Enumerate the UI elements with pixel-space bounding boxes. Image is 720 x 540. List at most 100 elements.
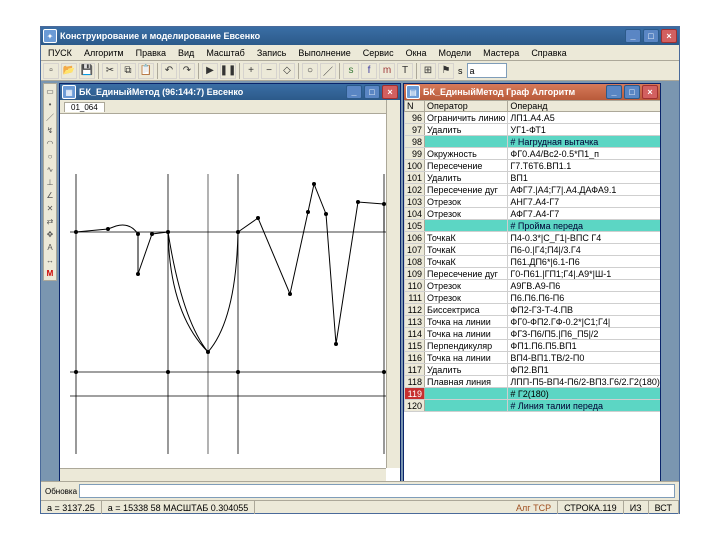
- copy[interactable]: ⧉: [120, 63, 136, 79]
- menu-выполнение[interactable]: Выполнение: [295, 47, 353, 59]
- table-row[interactable]: 107ТочкаКП6-0.|Г4;П4|/3.Г4: [405, 244, 661, 256]
- table-row[interactable]: 114Точка на линииФГЗ-П6/П5.|П6_П5|/2: [405, 328, 661, 340]
- table-row[interactable]: 110ОтрезокА9ГВ.А9-П6: [405, 280, 661, 292]
- undo[interactable]: ↶: [161, 63, 177, 79]
- table-row[interactable]: 100ПересечениеГ7.Т6Т6.ВП1.1: [405, 160, 661, 172]
- status-mod: ИЗ: [624, 501, 649, 514]
- table-row[interactable]: 98# Нагрудная вытачка: [405, 136, 661, 148]
- menu-сервис[interactable]: Сервис: [360, 47, 397, 59]
- menu-пуск[interactable]: ПУСК: [45, 47, 75, 59]
- drawing-minimize-button[interactable]: _: [346, 85, 362, 99]
- row-operator: [425, 136, 508, 148]
- table-row[interactable]: 115ПерпендикулярФП1.П6.П5.ВП1: [405, 340, 661, 352]
- table-row[interactable]: 101УдалитьВП1: [405, 172, 661, 184]
- maximize-button[interactable]: □: [643, 29, 659, 43]
- zoom-in[interactable]: +: [243, 63, 259, 79]
- command-input[interactable]: [79, 484, 675, 498]
- row-operand: # Г2(180): [508, 388, 660, 400]
- table-row[interactable]: 113Точка на линииФГ0-ФП2.ГФ-0.2*|C1;Г4|: [405, 316, 661, 328]
- mirror-tool[interactable]: ⇄: [44, 215, 56, 227]
- table-row[interactable]: 108ТочкаКП61.ДП6*|6.1-П6: [405, 256, 661, 268]
- s-icon[interactable]: s: [343, 63, 359, 79]
- paste[interactable]: 📋: [138, 63, 154, 79]
- menu-вид[interactable]: Вид: [175, 47, 197, 59]
- table-row[interactable]: 118Плавная линияЛПП-П5-ВП4-П6/2-ВП3.Г6/2…: [405, 376, 661, 388]
- f-icon[interactable]: f: [361, 63, 377, 79]
- table-row[interactable]: 96Ограничить линиюЛП1.A4.A5: [405, 112, 661, 124]
- col-n[interactable]: N: [405, 101, 425, 112]
- select-tool[interactable]: ▭: [44, 85, 56, 97]
- table-row[interactable]: 112БиссектрисаФП2-Г3-Т-4.ПВ: [405, 304, 661, 316]
- drawing-vscroll[interactable]: [386, 100, 400, 468]
- open[interactable]: 📂: [61, 63, 77, 79]
- new[interactable]: ▫: [43, 63, 59, 79]
- fit[interactable]: ◇: [279, 63, 295, 79]
- M[interactable]: M: [44, 267, 56, 279]
- dim-tool[interactable]: ↔: [44, 254, 56, 266]
- menu-окна[interactable]: Окна: [403, 47, 430, 59]
- row-operator: [425, 400, 508, 412]
- polyline-tool[interactable]: ↯: [44, 124, 56, 136]
- drawing-hscroll[interactable]: [60, 468, 386, 482]
- menu-масштаб[interactable]: Масштаб: [203, 47, 248, 59]
- redo[interactable]: ↷: [179, 63, 195, 79]
- row-operand: Г7.Т6Т6.ВП1.1: [508, 160, 660, 172]
- table-row[interactable]: 111ОтрезокП6.П6.П6-П6: [405, 292, 661, 304]
- menu-мастера[interactable]: Мастера: [480, 47, 522, 59]
- flag-icon[interactable]: ⚑: [438, 63, 454, 79]
- drawing-close-button[interactable]: ×: [382, 85, 398, 99]
- table-row[interactable]: 104ОтрезокАФГ7.А4-Г7: [405, 208, 661, 220]
- t-icon[interactable]: T: [397, 63, 413, 79]
- intersect-tool[interactable]: ✕: [44, 202, 56, 214]
- minimize-button[interactable]: _: [625, 29, 641, 43]
- point-tool[interactable]: •: [44, 98, 56, 110]
- algo-close-button[interactable]: ×: [642, 85, 658, 99]
- pause[interactable]: ❚❚: [220, 63, 236, 79]
- perp-tool[interactable]: ⊥: [44, 176, 56, 188]
- algorithm-table-scroll[interactable]: N Оператор Операнд 96Ограничить линиюЛП1…: [404, 100, 660, 482]
- menu-алгоритм[interactable]: Алгоритм: [81, 47, 127, 59]
- menu-модели[interactable]: Модели: [436, 47, 475, 59]
- spline-tool[interactable]: ∿: [44, 163, 56, 175]
- row-num: 105: [405, 220, 425, 232]
- table-row[interactable]: 105# Пройма переда: [405, 220, 661, 232]
- row-operator: Отрезок: [425, 208, 508, 220]
- drawing-maximize-button[interactable]: □: [364, 85, 380, 99]
- menu-справка[interactable]: Справка: [528, 47, 569, 59]
- table-row[interactable]: 97УдалитьУГ1-ФТ1: [405, 124, 661, 136]
- text-tool[interactable]: A: [44, 241, 56, 253]
- table-row[interactable]: 102Пересечение дугАФГ7.|А4;Г7|.А4.ДАФА9.…: [405, 184, 661, 196]
- algo-minimize-button[interactable]: _: [606, 85, 622, 99]
- close-button[interactable]: ×: [661, 29, 677, 43]
- line-tool[interactable]: ／: [44, 111, 56, 123]
- menu-правка[interactable]: Правка: [133, 47, 169, 59]
- cut[interactable]: ✂: [102, 63, 118, 79]
- table-row[interactable]: 117УдалитьФП2.ВП1: [405, 364, 661, 376]
- line[interactable]: ／: [320, 63, 336, 79]
- circle[interactable]: ○: [302, 63, 318, 79]
- col-operator[interactable]: Оператор: [425, 101, 508, 112]
- row-operand: ВП4-ВП1.ТВ/2-П0: [508, 352, 660, 364]
- circle-tool[interactable]: ○: [44, 150, 56, 162]
- save[interactable]: 💾: [79, 63, 95, 79]
- m-icon[interactable]: m: [379, 63, 395, 79]
- run[interactable]: ▶: [202, 63, 218, 79]
- table-row[interactable]: 99ОкружностьФГ0.А4/Вс2-0.5*П1_п: [405, 148, 661, 160]
- table-row[interactable]: 109Пересечение дугГ0-П61.|ГП1;Г4|.А9*|Ш-…: [405, 268, 661, 280]
- angle-tool[interactable]: ∠: [44, 189, 56, 201]
- table-row[interactable]: 106ТочкаКП4-0.3*|С_Г1|-ВПС Г4: [405, 232, 661, 244]
- drawing-canvas[interactable]: [60, 114, 400, 468]
- table-row[interactable]: 103ОтрезокАНГ7.А4-Г7: [405, 196, 661, 208]
- algo-maximize-button[interactable]: □: [624, 85, 640, 99]
- col-operand[interactable]: Операнд: [508, 101, 660, 112]
- table-row[interactable]: 120# Линия талии переда: [405, 400, 661, 412]
- zoom-out[interactable]: −: [261, 63, 277, 79]
- snap-icon[interactable]: ⊞: [420, 63, 436, 79]
- drawing-tab[interactable]: 01_064: [64, 102, 105, 112]
- table-row[interactable]: 116Точка на линииВП4-ВП1.ТВ/2-П0: [405, 352, 661, 364]
- s-combo-input[interactable]: [467, 63, 507, 78]
- move-tool[interactable]: ✥: [44, 228, 56, 240]
- arc-tool[interactable]: ◠: [44, 137, 56, 149]
- menu-запись[interactable]: Запись: [254, 47, 290, 59]
- table-row[interactable]: 119# Г2(180): [405, 388, 661, 400]
